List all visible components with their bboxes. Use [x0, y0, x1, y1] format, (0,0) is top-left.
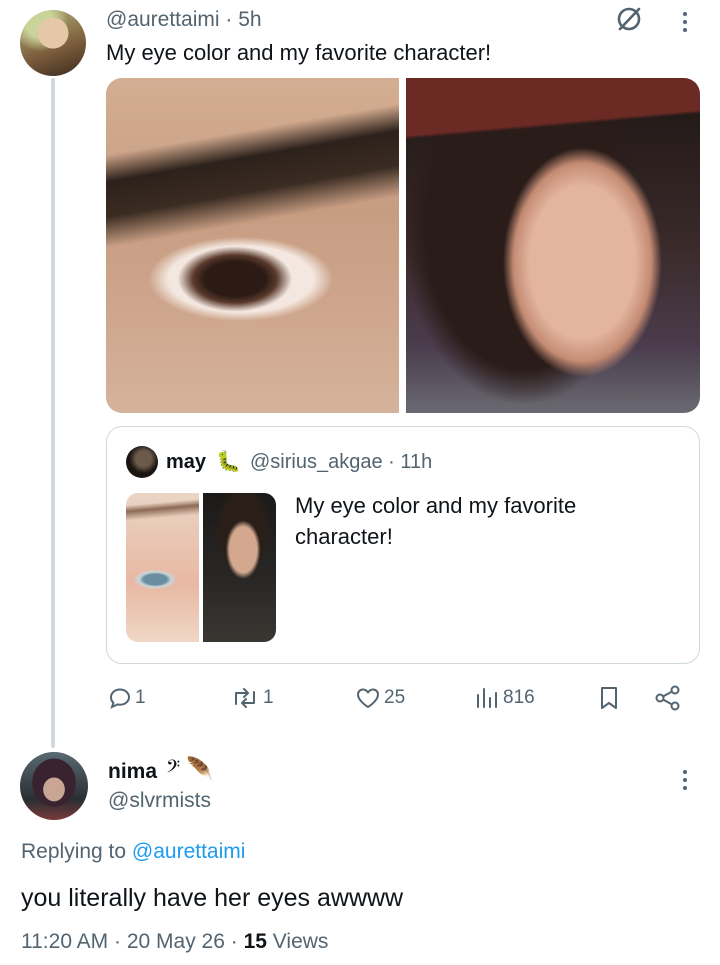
- more-vertical-icon[interactable]: [681, 12, 689, 32]
- views-count: 816: [503, 687, 535, 708]
- separator-dot: ·: [230, 930, 244, 953]
- quoted-author-meta: @sirius_akgae · 11h: [250, 451, 432, 474]
- quoted-tweet-text: My eye color and my favorite character!: [295, 493, 577, 549]
- reply-icon: [108, 686, 132, 710]
- name-emoji: 𝄢 🪶: [166, 756, 214, 781]
- views-button[interactable]: 816: [474, 685, 535, 711]
- bookmark-icon: [597, 685, 621, 711]
- reply-time[interactable]: 11:20 AM: [21, 930, 108, 953]
- reply-views-count: 15: [243, 930, 267, 953]
- separator-dot: ·: [225, 8, 239, 31]
- replying-to-line: Replying to @aurettaimi: [21, 840, 245, 864]
- retweet-icon: [230, 686, 260, 710]
- reply-author-name[interactable]: nima: [108, 760, 157, 784]
- reply-text: you literally have her eyes awwww: [21, 884, 404, 912]
- reply-meta: 11:20 AM · 20 May 26 · 15 Views: [21, 930, 328, 954]
- tweet-image-character[interactable]: [406, 78, 700, 413]
- reply-button[interactable]: 1: [108, 685, 146, 711]
- retweet-button[interactable]: 1: [230, 685, 274, 711]
- tweet-image-eye[interactable]: [106, 78, 399, 413]
- quoted-author-avatar[interactable]: [126, 446, 158, 478]
- quoted-author-handle: @sirius_akgae: [250, 451, 383, 473]
- quoted-image-eye[interactable]: [126, 493, 199, 642]
- reply-author-avatar[interactable]: [20, 752, 88, 820]
- tweet-header: @aurettaimi · 5h: [106, 8, 262, 32]
- quoted-tweet-time: 11h: [400, 451, 433, 473]
- bookmark-button[interactable]: [597, 685, 621, 711]
- more-vertical-icon[interactable]: [681, 770, 689, 790]
- author-handle[interactable]: @aurettaimi: [106, 8, 220, 31]
- share-button[interactable]: [654, 685, 682, 711]
- analytics-icon: [474, 686, 500, 710]
- separator-dot: ·: [388, 451, 401, 473]
- circle-slash-icon[interactable]: [614, 4, 644, 34]
- author-avatar[interactable]: [20, 10, 86, 76]
- thread-line: [51, 78, 55, 748]
- share-icon: [654, 685, 682, 711]
- reply-count: 1: [135, 687, 146, 708]
- like-count: 25: [384, 687, 406, 708]
- quoted-author-name[interactable]: may: [166, 451, 206, 474]
- retweet-count: 1: [263, 687, 274, 708]
- caterpillar-emoji: 🐛: [216, 451, 241, 473]
- tweet-time[interactable]: 5h: [238, 8, 261, 31]
- like-button[interactable]: 25: [355, 685, 405, 711]
- replying-to-label: Replying to: [21, 840, 127, 863]
- separator-dot: ·: [114, 930, 127, 953]
- tweet-text: My eye color and my favorite character!: [106, 40, 492, 65]
- quoted-image-character[interactable]: [203, 493, 276, 642]
- heart-icon: [355, 686, 381, 710]
- reply-views-label: Views: [272, 930, 329, 953]
- reply-author-handle[interactable]: @slvrmists: [108, 789, 211, 813]
- reply-date[interactable]: 20 May 26: [127, 930, 225, 953]
- replying-to-mention[interactable]: @aurettaimi: [132, 840, 246, 863]
